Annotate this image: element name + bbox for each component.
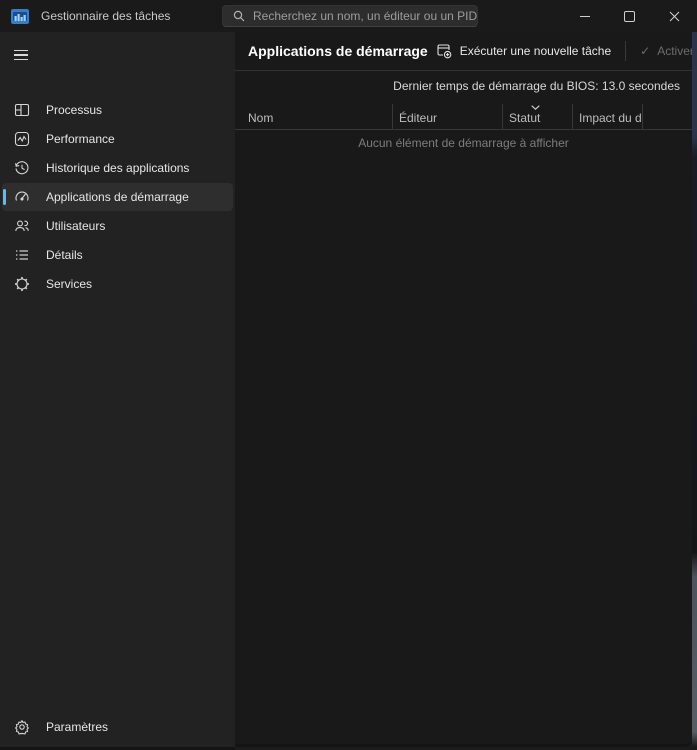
settings-label: Paramètres xyxy=(46,720,108,734)
menu-toggle-button[interactable] xyxy=(12,42,40,68)
sidebar-item-label: Processus xyxy=(46,103,102,117)
run-new-task-button[interactable]: Exécuter une nouvelle tâche xyxy=(428,38,619,64)
sidebar-item-label: Utilisateurs xyxy=(46,219,105,233)
column-header-nom[interactable]: Nom xyxy=(235,104,392,129)
app-history-icon xyxy=(14,160,30,176)
users-icon xyxy=(14,218,30,234)
sidebar-item-details[interactable]: Détails xyxy=(2,241,233,269)
enable-label: Activer xyxy=(657,44,694,58)
page-toolbar: Applications de démarrage Exécuter une n… xyxy=(235,32,692,71)
performance-icon xyxy=(14,131,30,147)
titlebar: Gestionnaire des tâches Recherchez un no… xyxy=(0,0,697,32)
page-title: Applications de démarrage xyxy=(248,43,428,59)
minimize-icon xyxy=(580,16,590,17)
startup-apps-icon xyxy=(14,189,30,205)
sidebar-item-performance[interactable]: Performance xyxy=(2,125,233,153)
sidebar-item-processus[interactable]: Processus xyxy=(2,96,233,124)
close-icon xyxy=(669,11,680,22)
processes-icon xyxy=(14,102,30,118)
sort-chevron-down-icon xyxy=(531,105,540,110)
sidebar-item-label: Applications de démarrage xyxy=(46,190,189,204)
bios-boot-time: Dernier temps de démarrage du BIOS: 13.0… xyxy=(235,71,692,101)
sidebar: Processus Performance Historique des app… xyxy=(0,32,235,750)
toolbar-divider xyxy=(625,41,626,61)
column-header-statut[interactable]: Statut xyxy=(502,104,572,129)
right-edge-gutter xyxy=(692,32,697,750)
sidebar-item-services[interactable]: Services xyxy=(2,270,233,298)
gear-icon xyxy=(14,719,30,735)
search-input[interactable]: Recherchez un nom, un éditeur ou un PID xyxy=(222,5,478,27)
empty-state-message: Aucun élément de démarrage à afficher xyxy=(235,130,692,156)
details-icon xyxy=(14,247,30,263)
check-icon: ✓ xyxy=(640,44,650,58)
run-new-task-label: Exécuter une nouvelle tâche xyxy=(460,44,611,58)
maximize-icon xyxy=(624,11,635,22)
table-header: Nom Éditeur Statut Impact du dé... xyxy=(235,104,692,130)
sidebar-item-applications-demarrage[interactable]: Applications de démarrage xyxy=(2,183,233,211)
column-header-impact[interactable]: Impact du dé... xyxy=(572,104,643,129)
search-icon xyxy=(233,10,245,22)
sidebar-nav: Processus Performance Historique des app… xyxy=(2,96,233,299)
sidebar-item-historique[interactable]: Historique des applications xyxy=(2,154,233,182)
sidebar-item-label: Services xyxy=(46,277,92,291)
task-manager-app-icon xyxy=(11,9,29,24)
maximize-button[interactable] xyxy=(607,0,652,32)
sidebar-item-label: Historique des applications xyxy=(46,161,189,175)
sidebar-item-parametres[interactable]: Paramètres xyxy=(2,713,233,741)
enable-button[interactable]: ✓ Activer xyxy=(632,38,697,64)
sidebar-item-utilisateurs[interactable]: Utilisateurs xyxy=(2,212,233,240)
sidebar-item-label: Détails xyxy=(46,248,83,262)
new-task-icon xyxy=(436,43,452,59)
search-placeholder: Recherchez un nom, un éditeur ou un PID xyxy=(253,9,477,23)
sidebar-item-label: Performance xyxy=(46,132,115,146)
column-header-editeur[interactable]: Éditeur xyxy=(392,104,502,129)
window-controls xyxy=(562,0,697,32)
window-title: Gestionnaire des tâches xyxy=(41,9,170,23)
close-button[interactable] xyxy=(652,0,697,32)
minimize-button[interactable] xyxy=(562,0,607,32)
services-icon xyxy=(14,276,30,292)
content-pane: Applications de démarrage Exécuter une n… xyxy=(235,32,692,747)
